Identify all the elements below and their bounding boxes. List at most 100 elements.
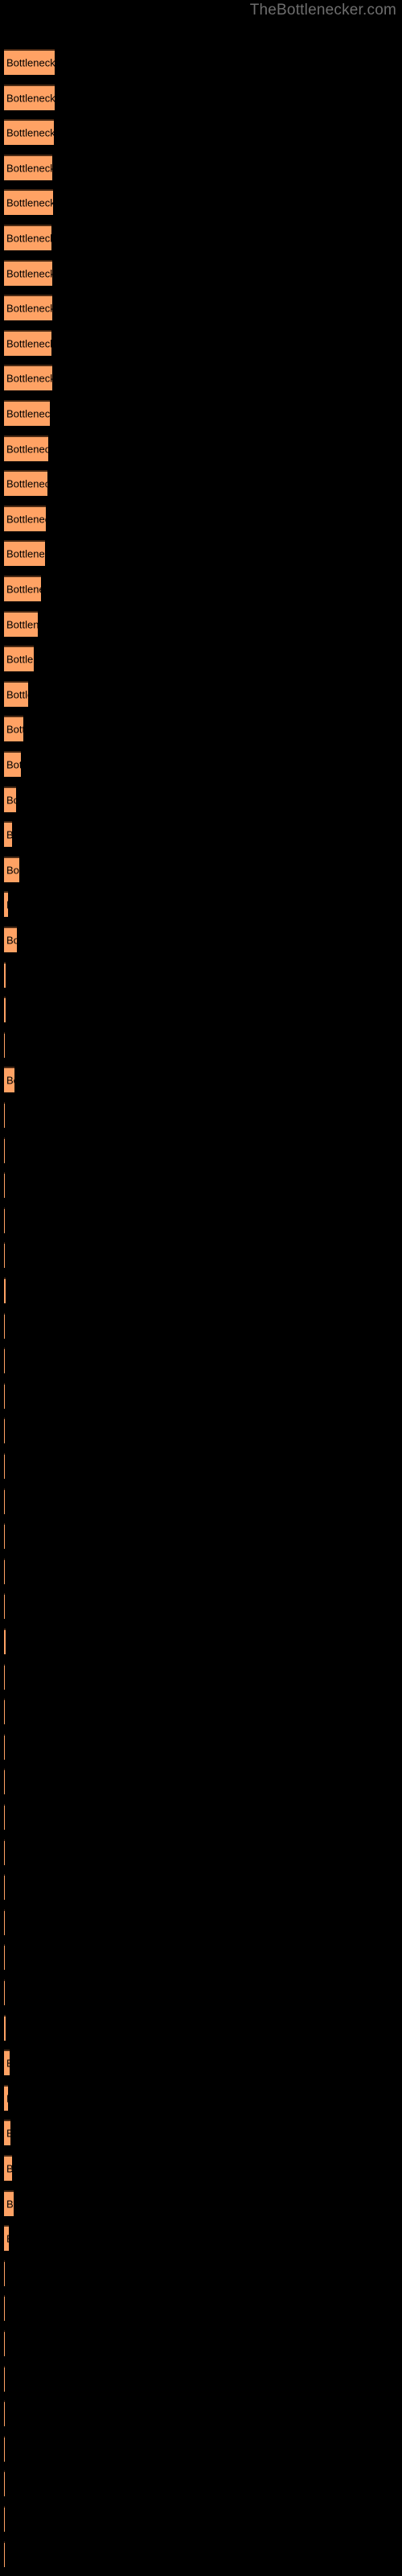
bar: Bottleneck result 33 [4,1172,5,1199]
bar: Bottleneck result 4 [4,154,52,180]
bar: Bottleneck result 13 [4,470,47,497]
bar-label: Bottleneck result 19 [6,688,28,701]
bar: Bottleneck result 60 [4,2120,10,2146]
bar-chart-root: TheBottlenecker.com Bottleneck result 1B… [0,0,402,2576]
bar: Bottleneck result 49 [4,1733,5,1760]
bar: Bottleneck result 14 [4,505,46,531]
bar: Bottleneck result 72 [4,2541,5,2567]
bar: Bottleneck result 56 [4,1979,5,2005]
bar: Bottleneck result 38 [4,1348,5,1374]
bar: Bottleneck result 41 [4,1453,5,1479]
bar: Bottleneck result 26 [4,927,17,952]
bar-label: Bottleneck result 10 [6,372,52,385]
bar: Bottleneck result 30 [4,1067,14,1093]
bar: Bottleneck result 20 [4,716,23,742]
bar: Bottleneck result 39 [4,1382,5,1409]
bar-label: Bottleneck result 26 [6,934,17,947]
bar-label: Bottleneck result 63 [6,2233,9,2245]
bar: Bottleneck result 63 [4,2225,9,2252]
bar: Bottleneck result 8 [4,295,52,321]
bar: Bottleneck result 22 [4,786,16,812]
bar: Bottleneck result 46 [4,1629,6,1654]
bar-label: Bottleneck result 20 [6,723,23,736]
bar-label: Bottleneck result 23 [6,829,12,841]
bar-label: Bottleneck result 14 [6,513,46,526]
bar: Bottleneck result 42 [4,1488,5,1514]
bar: Bottleneck result 61 [4,2155,12,2181]
bar: Bottleneck result 52 [4,1839,5,1865]
bar: Bottleneck result 18 [4,646,34,672]
bar: Bottleneck result 70 [4,2471,5,2497]
bar: Bottleneck result 31 [4,1102,5,1128]
bar: Bottleneck result 59 [4,2084,8,2111]
bar-label: Bottleneck result 21 [6,758,21,771]
bar-label: Bottleneck result 13 [6,477,47,490]
bar: Bottleneck result 55 [4,1944,5,1971]
bar: Bottleneck result 25 [4,891,8,918]
bar: Bottleneck result 3 [4,119,54,146]
bar: Bottleneck result 32 [4,1137,5,1163]
bar-label: Bottleneck result 9 [6,337,51,350]
bar-label: Bottleneck result 12 [6,443,48,456]
bar: Bottleneck result 57 [4,2014,6,2041]
bar-label: Bottleneck result 17 [6,618,38,631]
bar: Bottleneck result 6 [4,225,51,250]
bar: Bottleneck result 65 [4,2295,5,2322]
bar: Bottleneck result 16 [4,576,41,601]
bar: Bottleneck result 43 [4,1523,5,1550]
bar: Bottleneck result 1 [4,49,55,75]
bar-label: Bottleneck result 25 [6,899,8,911]
bar: Bottleneck result 9 [4,329,51,356]
bar-label: Bottleneck result 7 [6,267,52,280]
bar: Bottleneck result 71 [4,2506,5,2532]
bar: Bottleneck result 62 [4,2190,14,2216]
bar: Bottleneck result 45 [4,1593,5,1620]
bar: Bottleneck result 67 [4,2365,5,2392]
bar: Bottleneck result 23 [4,821,12,848]
bar: Bottleneck result 54 [4,1909,5,1935]
bar: Bottleneck result 47 [4,1663,5,1690]
bar: Bottleneck result 69 [4,2435,5,2462]
bar-label: Bottleneck result 15 [6,547,45,560]
bar: Bottleneck result 51 [4,1804,5,1830]
bar-label: Bottleneck result 1 [6,56,55,69]
bar: Bottleneck result 10 [4,365,52,391]
bar: Bottleneck result 5 [4,189,53,216]
bar: Bottleneck result 15 [4,540,45,567]
bar-label: Bottleneck result 8 [6,302,52,315]
bar: Bottleneck result 50 [4,1769,5,1795]
bar: Bottleneck result 2 [4,84,55,110]
bar-label: Bottleneck result 16 [6,583,41,596]
bar-label: Bottleneck result 59 [6,2092,8,2104]
bar: Bottleneck result 28 [4,997,6,1023]
bars-layer: Bottleneck result 1 Bottleneck result 2 Bo… [0,0,402,2576]
bar: Bottleneck result 36 [4,1278,6,1303]
bar: Bottleneck result 37 [4,1312,5,1339]
bar: Bottleneck result 40 [4,1418,5,1444]
bar: Bottleneck result 64 [4,2260,5,2286]
bar: Bottleneck result 12 [4,435,48,461]
bar-label: Bottleneck result 58 [6,2058,10,2070]
bar: Bottleneck result 35 [4,1242,5,1269]
bar-label: Bottleneck result 18 [6,653,34,666]
bar-label: Bottleneck result 24 [6,864,19,877]
bar: Bottleneck result 58 [4,2050,10,2076]
bar: Bottleneck result 27 [4,961,6,988]
bar-label: Bottleneck result 6 [6,232,51,245]
bar-label: Bottleneck result 30 [6,1074,14,1087]
bar-label: Bottleneck result 60 [6,2128,10,2140]
bar-label: Bottleneck result 62 [6,2198,14,2211]
bar-label: Bottleneck result 22 [6,794,16,807]
bar: Bottleneck result 48 [4,1699,5,1725]
bar: Bottleneck result 21 [4,751,21,777]
bar: Bottleneck result 68 [4,2401,5,2427]
bar-label: Bottleneck result 5 [6,196,53,209]
bar: Bottleneck result 24 [4,856,19,882]
bar-label: Bottleneck result 11 [6,407,50,420]
bar-label: Bottleneck result 61 [6,2163,12,2175]
bar-label: Bottleneck result 4 [6,162,52,175]
bar: Bottleneck result 17 [4,610,38,637]
bar: Bottleneck result 66 [4,2330,5,2356]
bar: Bottleneck result 34 [4,1207,5,1233]
bar: Bottleneck result 19 [4,680,28,707]
